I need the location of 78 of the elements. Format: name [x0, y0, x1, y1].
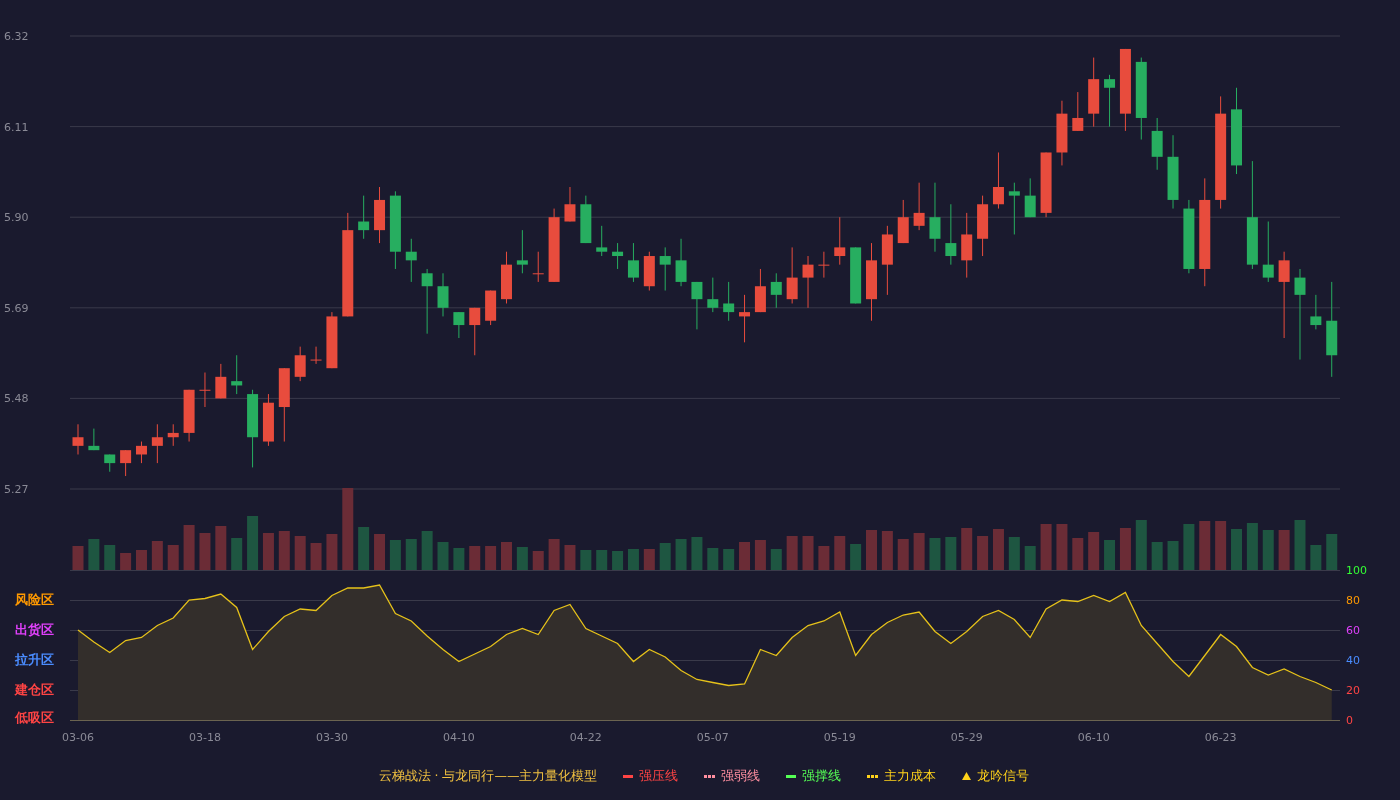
oscillator-axis-label: 80	[1346, 594, 1360, 607]
candlestick	[469, 307, 481, 356]
oscillator-axis-label: 20	[1346, 684, 1360, 697]
date-axis-label: 04-22	[569, 731, 602, 744]
zone-label: 建仓区	[15, 682, 54, 697]
candlestick	[1262, 221, 1274, 283]
candlestick	[72, 423, 84, 455]
legend-label: 主力成本	[884, 767, 937, 785]
date-axis-label: 05-29	[950, 731, 983, 744]
candlestick	[294, 346, 306, 382]
candlestick	[1104, 74, 1116, 128]
candlestick	[564, 186, 576, 223]
candlestick	[675, 238, 687, 287]
candlestick	[596, 225, 608, 257]
candlestick	[834, 216, 846, 266]
date-axis-label: 04-10	[442, 731, 475, 744]
date-axis-label: 06-10	[1077, 731, 1110, 744]
candlestick	[1294, 268, 1306, 361]
zone-label: 风险区	[15, 592, 54, 607]
date-axis-label: 05-19	[823, 731, 856, 744]
candlestick	[199, 372, 211, 408]
legend-title: 云梯战法 · 与龙同行——主力量化模型	[378, 767, 598, 785]
legend-label: 龙吟信号	[977, 767, 1030, 785]
date-axis-label: 06-23	[1204, 731, 1237, 744]
candlestick	[151, 423, 163, 464]
zone-label: 低吸区	[15, 710, 54, 725]
candlestick	[120, 449, 132, 477]
zone-label: 出货区	[15, 622, 54, 637]
candlestick	[612, 242, 624, 270]
candlestick	[1008, 182, 1020, 235]
price-axis-label: 5.27	[4, 483, 29, 496]
oscillator-axis-label: 0	[1346, 714, 1353, 727]
candlestick	[437, 272, 449, 317]
candlestick	[1072, 91, 1084, 132]
candlestick	[707, 277, 719, 313]
candlestick	[310, 346, 322, 365]
candlestick	[929, 182, 941, 253]
candlestick	[802, 255, 814, 309]
price-axis-label: 6.32	[4, 30, 29, 43]
candlestick	[913, 182, 925, 231]
candlestick	[786, 246, 798, 304]
candlestick	[945, 203, 957, 266]
candlestick	[992, 151, 1004, 210]
candlestick	[421, 268, 433, 335]
candlestick	[691, 281, 703, 330]
candlestick	[167, 423, 179, 447]
price-axis-label: 5.90	[4, 211, 29, 225]
candlestick	[818, 251, 830, 279]
candlestick	[659, 246, 671, 292]
candlestick	[1310, 294, 1322, 330]
candlestick	[532, 251, 544, 283]
candlestick	[770, 272, 782, 309]
oscillator-axis-label: 60	[1346, 624, 1360, 637]
candlestick	[405, 238, 417, 283]
price-axis-label: 5.69	[4, 301, 29, 315]
candlestick	[453, 311, 465, 339]
date-axis-label: 03-30	[315, 731, 348, 744]
oscillator-axis-label: 40	[1346, 654, 1360, 667]
date-axis-label: 05-07	[696, 731, 729, 744]
candlestick	[215, 363, 227, 399]
candlestick	[723, 281, 735, 322]
candlestick	[1024, 177, 1036, 218]
candlestick	[627, 242, 639, 283]
legend-label: 强撑线	[802, 767, 842, 785]
price-axis-label: 5.48	[4, 392, 29, 406]
candlestick	[358, 195, 370, 240]
legend-label: 强压线	[639, 767, 679, 785]
date-axis-label: 03-18	[189, 731, 221, 744]
price-axis-label: 6.11	[4, 120, 29, 134]
date-axis-label: 03-06	[62, 731, 94, 744]
legend-label: 强弱线	[721, 767, 761, 785]
candlestick	[1278, 251, 1290, 339]
candlestick	[135, 441, 147, 464]
zone-label: 拉升区	[15, 652, 54, 667]
candlestick	[231, 354, 243, 395]
candlestick	[739, 294, 751, 343]
oscillator-axis-label: 100	[1346, 564, 1367, 577]
candlestick	[516, 229, 528, 274]
